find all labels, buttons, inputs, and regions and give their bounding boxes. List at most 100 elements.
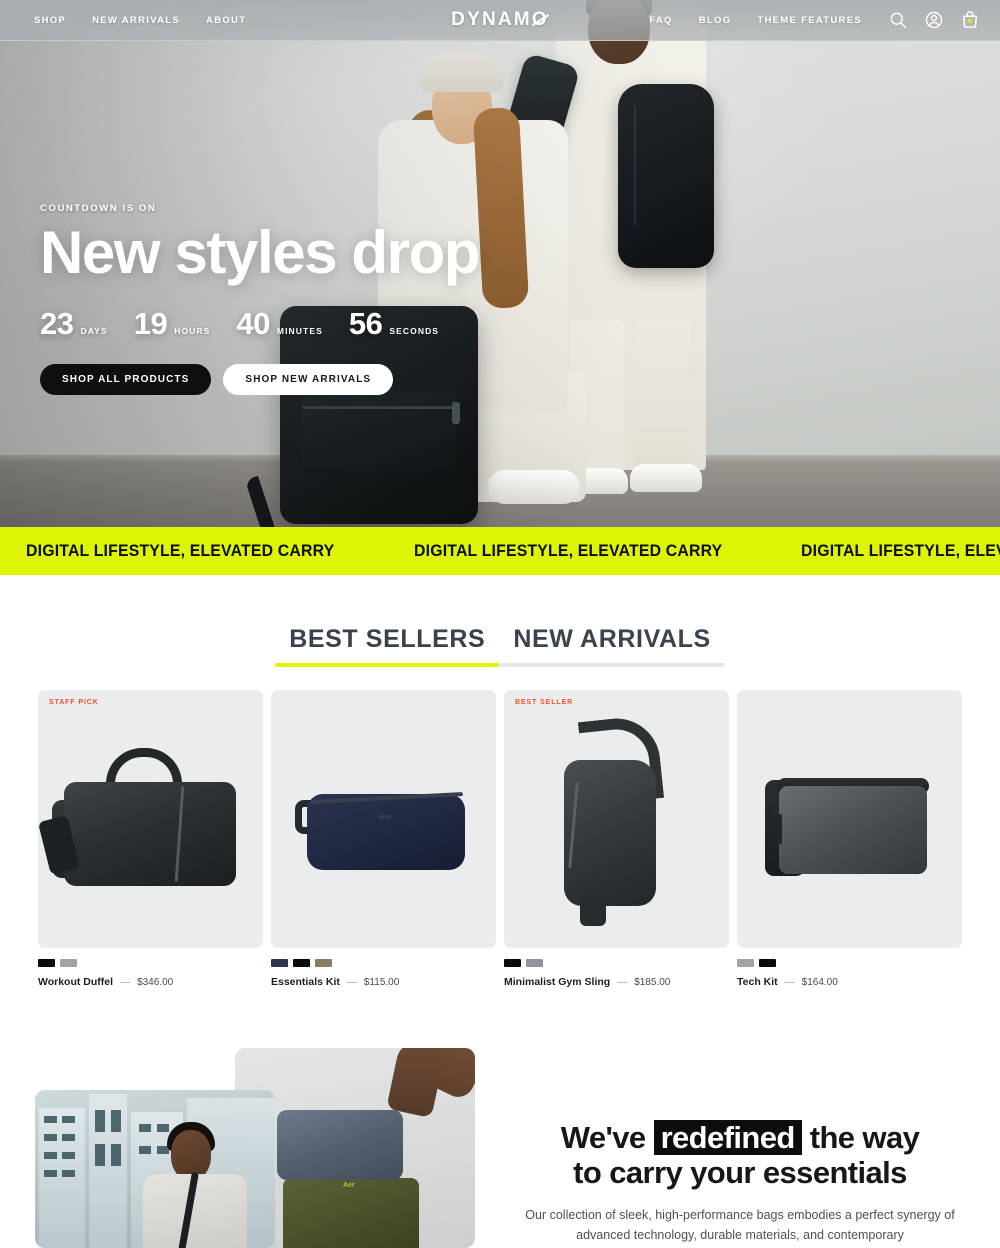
product-meta: Essentials Kit — $115.00 [271, 976, 496, 988]
window [139, 1146, 151, 1154]
color-swatch[interactable] [271, 959, 288, 967]
product-image[interactable]: STAFF PICK [38, 690, 263, 948]
product-card[interactable]: Aer Essentials Kit — $115.00 [271, 690, 496, 988]
product-card[interactable]: BEST SELLER Minimalist Gym Sling — $185.… [504, 690, 729, 988]
window [62, 1152, 75, 1159]
window [111, 1110, 121, 1132]
color-swatch[interactable] [759, 959, 776, 967]
nav-item-about[interactable]: ABOUT [206, 15, 246, 26]
gym-sling-illustration [504, 690, 729, 948]
product-name: Essentials Kit [271, 976, 340, 988]
product-meta: Workout Duffel — $346.00 [38, 976, 263, 988]
countdown-seconds: 56 SECONDS [349, 306, 439, 342]
shop-all-products-button[interactable]: SHOP ALL PRODUCTS [40, 363, 212, 395]
nav-item-blog[interactable]: BLOG [699, 15, 732, 26]
hero-buttons: SHOP ALL PRODUCTS SHOP NEW ARRIVALS [40, 363, 479, 395]
window [111, 1144, 121, 1166]
nav-item-theme-features[interactable]: THEME FEATURES [757, 15, 862, 26]
color-swatch[interactable] [526, 959, 543, 967]
product-image[interactable] [737, 690, 962, 948]
sling-bottom-strap [580, 896, 606, 926]
nav-item-shop[interactable]: SHOP [34, 15, 66, 26]
window [44, 1170, 57, 1177]
product-image[interactable]: Aer [271, 690, 496, 948]
duffel-bag-illustration [38, 690, 263, 948]
tab-best-sellers-label: BEST SELLERS [289, 625, 486, 653]
window [95, 1144, 105, 1166]
primary-navigation: SHOP NEW ARRIVALS ABOUT [34, 15, 246, 26]
countdown-hours-value: 19 [133, 305, 168, 341]
product-price: $185.00 [634, 976, 671, 988]
color-swatch[interactable] [38, 959, 55, 967]
tab-new-arrivals-label: NEW ARRIVALS [513, 625, 711, 653]
window [139, 1124, 151, 1132]
product-image[interactable]: BEST SELLER [504, 690, 729, 948]
status-badge: STAFF PICK [49, 699, 99, 706]
product-separator: — [784, 976, 795, 988]
nav-item-new-arrivals[interactable]: NEW ARRIVALS [92, 15, 180, 26]
product-card[interactable]: STAFF PICK Workout Duffel — $346.00 [38, 690, 263, 988]
product-card[interactable]: Tech Kit — $164.00 [737, 690, 962, 988]
tab-inactive-underline [499, 663, 725, 667]
essentials-kit-illustration: Aer [271, 690, 496, 948]
product-name: Minimalist Gym Sling [504, 976, 611, 988]
about-heading-line2: to carry your essentials [573, 1155, 907, 1191]
logo-slashed-o: O [531, 9, 549, 30]
about-paragraph: Our collection of sleek, high-performanc… [525, 1207, 955, 1243]
model-hand [386, 1048, 446, 1119]
about-section: Aer We've redefined the way to carry you… [0, 1048, 1000, 1248]
kit-body [307, 794, 465, 870]
shop-new-arrivals-button[interactable]: SHOP NEW ARRIVALS [223, 363, 394, 395]
window [62, 1116, 75, 1123]
color-swatch[interactable] [315, 959, 332, 967]
about-heading-part2: the way [801, 1120, 920, 1155]
color-swatch[interactable] [293, 959, 310, 967]
marquee-track: DIGITAL LIFESTYLE, ELEVATED CARRY DIGITA… [0, 541, 1000, 561]
product-grid: STAFF PICK Workout Duffel — $346.00 Aer … [38, 690, 963, 988]
countdown-days-value: 23 [40, 305, 74, 341]
search-icon[interactable] [888, 10, 908, 30]
cart-badge-dot [968, 19, 972, 23]
product-separator: — [617, 976, 628, 988]
account-icon[interactable] [924, 10, 944, 30]
color-swatch[interactable] [504, 959, 521, 967]
countdown-days: 23 DAYS [40, 306, 108, 342]
nav-item-faq[interactable]: FAQ [649, 15, 672, 26]
tab-active-underline [275, 663, 500, 667]
marquee-item: DIGITAL LIFESTYLE, ELEVATED CARRY [413, 541, 722, 560]
color-swatches [38, 959, 263, 967]
product-price: $115.00 [363, 976, 400, 988]
site-logo[interactable]: DYNAM O [451, 9, 549, 31]
duffel-body [64, 782, 236, 886]
countdown-minutes-value: 40 [236, 305, 270, 341]
product-meta: Minimalist Gym Sling — $185.00 [504, 976, 729, 988]
countdown-timer: 23 DAYS 19 HOURS 40 MINUTES 56 SECONDS [40, 306, 479, 342]
about-heading-part1: We've [560, 1120, 654, 1155]
window [44, 1116, 57, 1123]
countdown-minutes: 40 MINUTES [236, 306, 322, 342]
color-swatches [271, 959, 496, 967]
window [62, 1170, 75, 1177]
marquee-item: DIGITAL LIFESTYLE, ELEVATED CARRY [26, 541, 335, 560]
tab-new-arrivals[interactable]: NEW ARRIVALS [499, 625, 725, 667]
secondary-navigation: FAQ BLOG THEME FEATURES [649, 10, 980, 30]
site-header: SHOP NEW ARRIVALS ABOUT DYNAM O FAQ BLOG … [0, 0, 1000, 41]
countdown-hours: 19 HOURS [134, 306, 211, 342]
packing-cube [277, 1110, 403, 1180]
cart-icon[interactable] [960, 10, 980, 30]
logo-text: DYNAM [451, 9, 532, 30]
tab-best-sellers[interactable]: BEST SELLERS [275, 625, 500, 667]
tech-kit-zipper-pull [777, 814, 782, 844]
countdown-seconds-value: 56 [348, 305, 383, 341]
color-swatch[interactable] [60, 959, 77, 967]
countdown-days-label: DAYS [80, 325, 108, 336]
product-name: Tech Kit [737, 976, 778, 988]
product-price: $164.00 [801, 976, 838, 988]
about-heading: We've redefined the way to carry your es… [505, 1120, 975, 1191]
color-swatch[interactable] [737, 959, 754, 967]
header-icons [888, 10, 980, 30]
tech-kit-illustration [737, 690, 962, 948]
product-name: Workout Duffel [38, 976, 114, 988]
window [44, 1152, 57, 1159]
hero-eyebrow: COUNTDOWN IS ON [40, 203, 157, 214]
